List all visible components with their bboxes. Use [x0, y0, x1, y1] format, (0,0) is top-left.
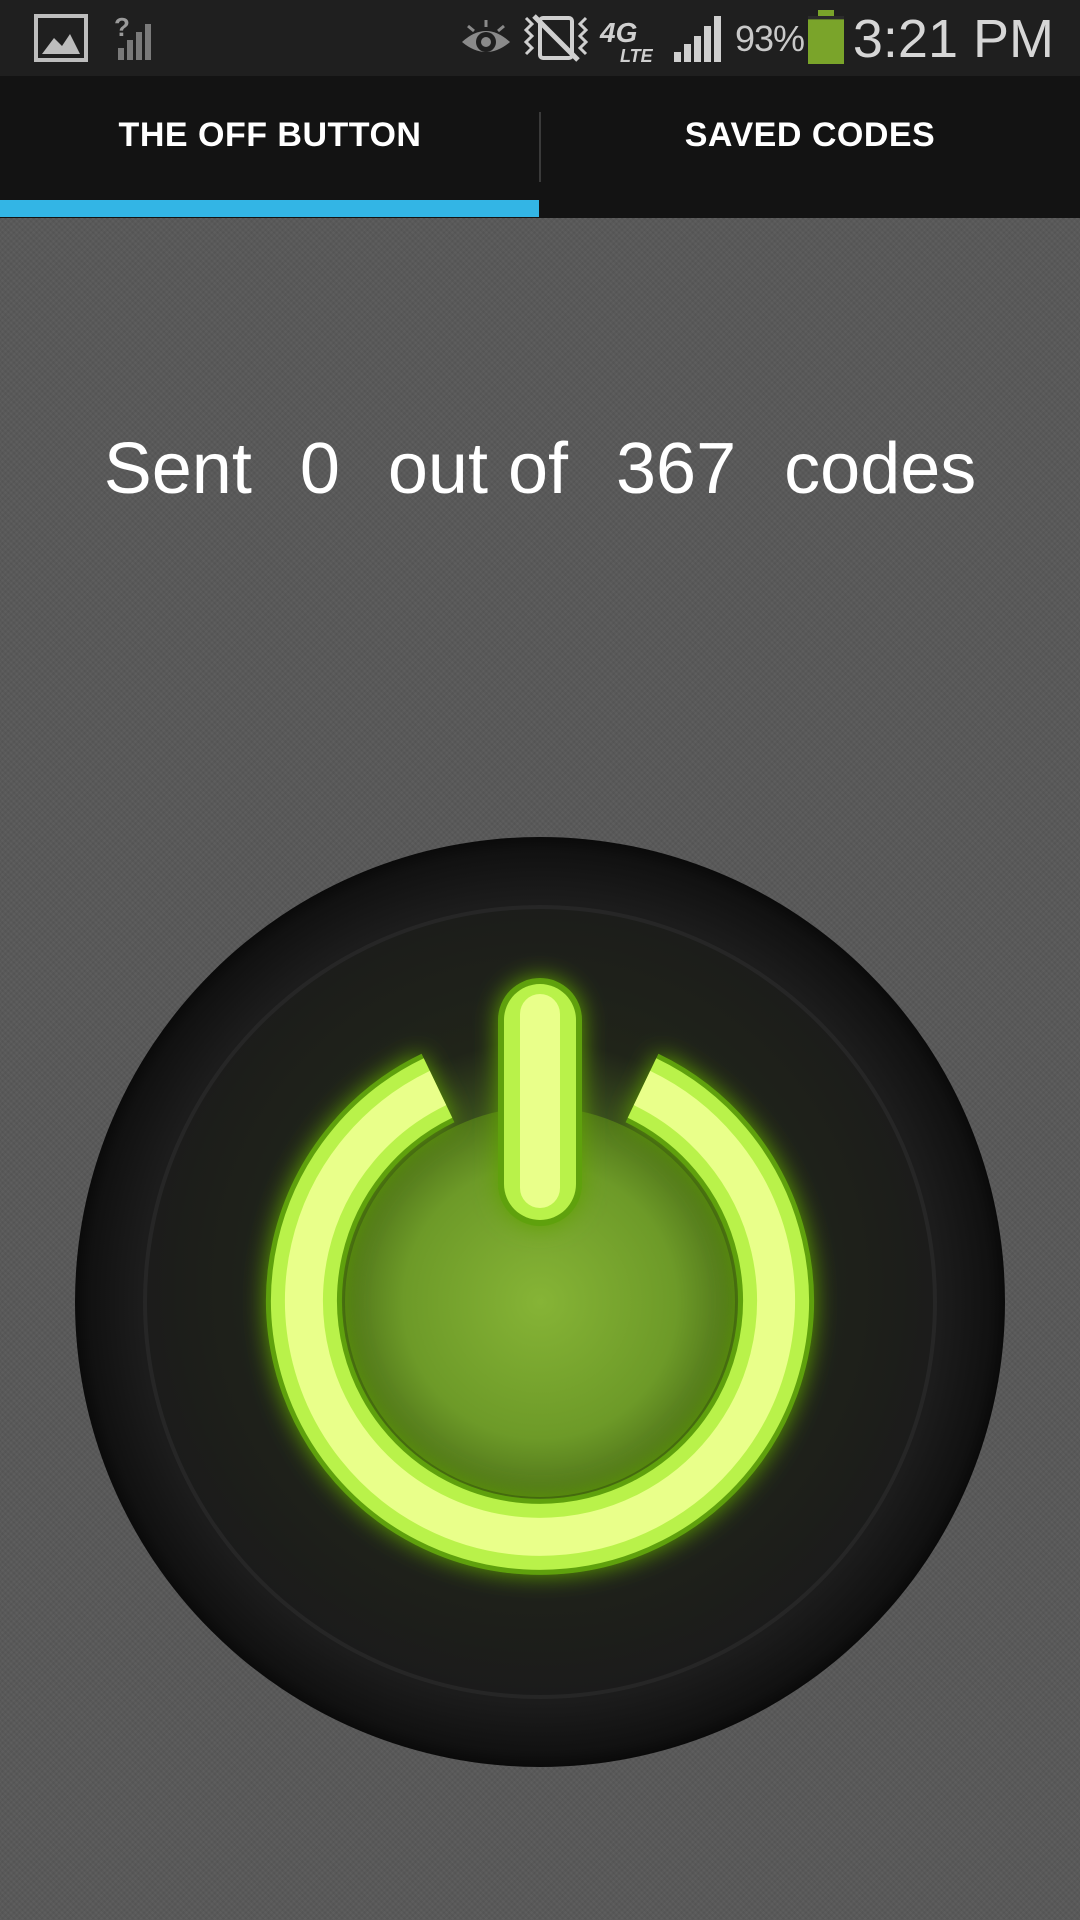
4g-lte-icon: 4G LTE: [598, 14, 660, 66]
battery-percent: 93%: [735, 18, 805, 59]
tab-the-off-button[interactable]: THE OFF BUTTON: [0, 76, 540, 218]
clock: 3:21 PM: [852, 9, 1054, 69]
signal-icon: [672, 12, 728, 64]
app-screen: ? 4G LTE 93% 3:21 PM THE OFF BUTTON SAVE…: [0, 0, 1080, 1920]
tab-label: THE OFF BUTTON: [118, 115, 422, 154]
sent-suffix: codes: [784, 429, 977, 509]
mute-icon: [522, 12, 590, 64]
tab-saved-codes[interactable]: SAVED CODES: [540, 76, 1080, 218]
sent-middle: out of: [387, 429, 569, 509]
eye-icon: [458, 16, 514, 60]
power-icon: [75, 837, 1005, 1767]
sent-prefix: Sent: [103, 429, 252, 509]
sent-count: 0: [299, 429, 340, 509]
status-bar: ? 4G LTE 93% 3:21 PM: [0, 0, 1080, 76]
sent-progress-text: Sent 0 out of 367 codes: [0, 428, 1080, 510]
power-button[interactable]: [74, 836, 1006, 1768]
tab-bar: THE OFF BUTTON SAVED CODES: [0, 76, 1080, 218]
svg-text:LTE: LTE: [620, 46, 654, 66]
svg-text:4G: 4G: [599, 17, 637, 48]
sent-total: 367: [616, 429, 737, 509]
tab-label: SAVED CODES: [684, 115, 936, 154]
no-sim-signal-icon: ?: [112, 12, 158, 62]
svg-text:?: ?: [114, 12, 130, 42]
gallery-icon: [34, 14, 88, 62]
battery-icon: [806, 10, 846, 66]
tab-selected-indicator: [0, 200, 539, 217]
